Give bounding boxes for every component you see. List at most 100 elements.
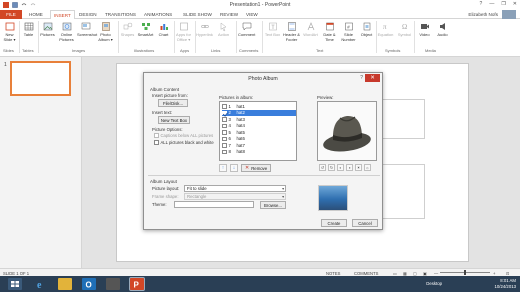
checkbox-box[interactable] [222,130,227,135]
restore-icon[interactable]: ❐ [501,1,505,7]
pictures-icon [43,22,52,31]
tab-view[interactable]: VIEW [243,10,261,19]
remove-button[interactable]: ✕ Remove [241,164,272,172]
notes-button[interactable]: NOTES [326,271,340,276]
normal-view-icon[interactable]: ▭ [393,271,397,276]
help-icon[interactable]: ? [480,1,483,7]
zoom-in-icon[interactable]: + [493,271,495,276]
online-pictures-button[interactable]: Online Pictures [58,21,75,42]
black-and-white-checkbox[interactable]: ALL pictures black and white [154,140,214,145]
desktop-toolbar[interactable]: Desktop [426,281,442,286]
slide-number-button[interactable]: # Slide Number [340,21,357,42]
picture-layout-select[interactable]: Fit to slide ▾ [184,185,286,192]
screenshot-button[interactable]: Screenshot [77,21,97,38]
file-disk-button[interactable]: File/Disk... [158,99,188,107]
smartart-button[interactable]: SmartArt [137,21,154,38]
checkbox-box[interactable] [222,143,227,148]
avatar[interactable] [502,10,516,19]
slide-sorter-icon[interactable]: ▦ [403,271,407,276]
media-icon[interactable] [106,278,120,290]
move-up-button[interactable]: ↑ [219,164,227,172]
comment-button[interactable]: Comment [238,21,255,38]
minimize-icon[interactable]: — [489,1,494,7]
powerpoint-icon[interactable]: P [129,277,145,291]
wordart-button[interactable]: WordArt [302,21,319,38]
brightness-up-icon[interactable]: ☀ [355,164,362,171]
fit-to-window-icon[interactable]: ⊡ [506,271,510,276]
group-media: Media [425,48,436,53]
brightness-down-icon[interactable]: ☼ [364,164,371,171]
new-text-box-button[interactable]: New Text Box [158,116,190,124]
shapes-button[interactable]: Shapes [119,21,136,38]
tab-home[interactable]: HOME [26,10,46,19]
zoom-slider-handle[interactable] [464,270,466,275]
move-down-button[interactable]: ↓ [230,164,238,172]
rotate-right-icon[interactable]: ↻ [328,164,335,171]
comments-button[interactable]: COMMENTS [354,271,378,276]
symbol-button[interactable]: Ω Symbol [396,21,413,38]
tab-design[interactable]: DESIGN [76,10,100,19]
pictures-button[interactable]: Pictures [39,21,56,38]
photo-album-button[interactable]: Photo Album ▾ [97,21,114,42]
dialog-close-button[interactable]: ✕ [365,74,380,82]
system-clock[interactable]: 8:01 AM 10/24/2013 [494,278,516,289]
checkbox-box[interactable] [222,136,227,141]
object-button[interactable]: Object [358,21,375,38]
dialog-help-icon[interactable]: ? [360,75,363,81]
list-tools: ↑ ↓ ✕ Remove [219,164,272,172]
cancel-button[interactable]: Cancel [352,219,378,227]
list-item[interactable]: 8 hat8 [222,149,296,156]
checkbox-box[interactable] [222,123,227,128]
hyperlink-button[interactable]: Hyperlink [196,21,213,38]
start-icon[interactable] [8,278,22,290]
new-slide-button[interactable]: New Slide ▾ [1,21,18,42]
table-button[interactable]: Table [20,21,37,38]
ribbon-separator [262,21,263,53]
svg-text:Ω: Ω [402,23,407,31]
captions-checkbox[interactable]: Captions below ALL pictures [154,133,213,138]
checkbox-box[interactable] [222,110,227,115]
checkbox-box [154,140,159,145]
zoom-out-icon[interactable]: — [434,271,438,276]
contrast-down-icon[interactable]: ◑ [346,164,353,171]
theme-input[interactable] [174,201,254,208]
text-box-button[interactable]: Text Box [264,21,281,38]
apps-for-office-button[interactable]: Apps for Office ▾ [175,21,192,42]
checkbox-box[interactable] [222,117,227,122]
action-button[interactable]: Action [215,21,232,38]
insert-text-label: Insert text: [152,110,173,115]
insert-picture-from-label: Insert picture from: [152,93,188,98]
checkbox-box[interactable] [222,104,227,109]
reading-view-icon[interactable]: ▢ [413,271,417,276]
frame-shape-select[interactable]: Rectangle ▾ [184,193,286,200]
rotate-left-icon[interactable]: ↺ [319,164,326,171]
close-icon[interactable]: ✕ [513,1,517,7]
tab-review[interactable]: REVIEW [217,10,241,19]
tab-slide-show[interactable]: SLIDE SHOW [180,10,215,19]
checkbox-box[interactable] [222,149,227,154]
header-footer-button[interactable]: Header & Footer [283,21,300,42]
pictures-list[interactable]: 1 hat1 2 hat2 3 hat3 4 hat4 5 hat5 6 hat6 7 hat… [219,101,297,161]
comment-icon [242,22,251,31]
checkbox-box [154,133,159,138]
ie-icon[interactable]: e [34,278,48,291]
photo-album-icon [101,22,110,31]
slide-number-icon: # [344,22,353,31]
user-name[interactable]: Elizabeth Nofs [468,11,498,19]
tab-file[interactable]: FILE [0,10,22,19]
file-explorer-icon[interactable] [58,278,72,290]
create-button[interactable]: Create [321,219,347,227]
tab-animations[interactable]: ANIMATIONS [141,10,175,19]
tab-transitions[interactable]: TRANSITIONS [102,10,139,19]
slide-show-icon[interactable]: ▣ [423,271,427,276]
equation-button[interactable]: π Equation [377,21,394,38]
outlook-icon[interactable]: O [82,278,96,290]
date-time-button[interactable]: Date & Time [321,21,338,42]
audio-button[interactable]: Audio [434,21,451,38]
browse-button[interactable]: Browse... [260,201,286,209]
video-button[interactable]: Video [416,21,433,38]
new-slide-icon [5,22,14,31]
chart-button[interactable]: Chart [155,21,172,38]
contrast-up-icon[interactable]: ◐ [337,164,344,171]
slide-thumbnail[interactable] [10,61,71,96]
